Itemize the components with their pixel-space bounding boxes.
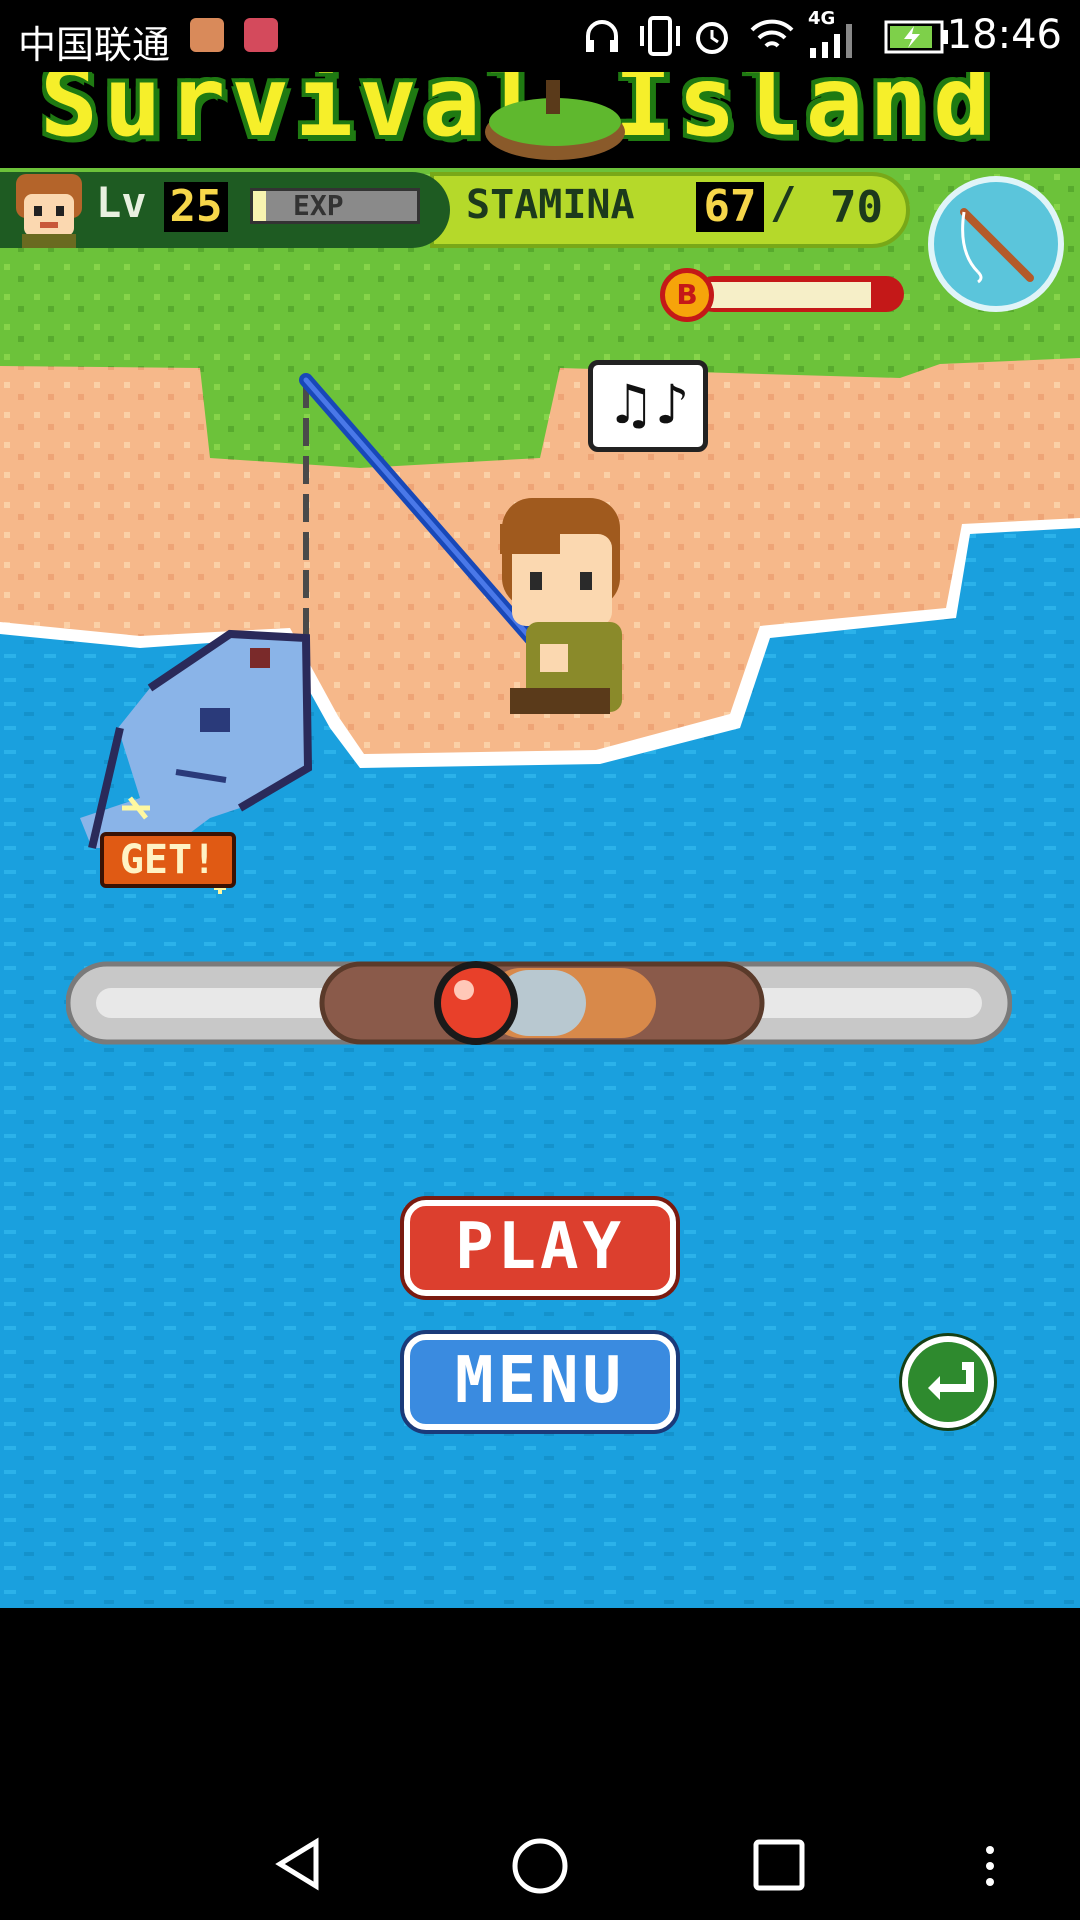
clock: 18:46 bbox=[946, 12, 1062, 58]
fishing-scene bbox=[80, 373, 622, 894]
timing-meter[interactable] bbox=[66, 958, 1012, 1048]
home-nav-icon[interactable] bbox=[510, 1836, 570, 1896]
catch-get-badge: GET! bbox=[100, 832, 236, 888]
alarm-icon bbox=[696, 22, 728, 54]
island-logo-icon bbox=[485, 80, 625, 160]
headphones-icon bbox=[586, 20, 618, 52]
health-app-icon bbox=[244, 18, 278, 52]
game-title-banner: Survival Island bbox=[0, 72, 1080, 168]
battery-charging-icon bbox=[884, 20, 948, 54]
back-nav-icon[interactable] bbox=[270, 1836, 326, 1892]
game-canvas[interactable]: Lv 25 EXP STAMINA 67 / 70 B ♫♪ GET! PLAY… bbox=[0, 168, 1080, 1608]
play-button[interactable]: PLAY bbox=[404, 1200, 676, 1296]
more-options-icon[interactable] bbox=[978, 1844, 1002, 1890]
signal-icon bbox=[810, 24, 852, 58]
system-nav-bar bbox=[0, 1608, 1080, 1920]
vibrate-icon bbox=[640, 16, 680, 56]
player-character bbox=[500, 498, 622, 714]
return-arrow-icon bbox=[928, 1362, 974, 1400]
status-bar: 中国联通 4G 18:46 bbox=[0, 0, 1080, 72]
carrier-name: 中国联通 bbox=[18, 23, 171, 67]
wifi-icon bbox=[750, 19, 794, 48]
return-button[interactable] bbox=[902, 1336, 994, 1428]
recents-nav-icon[interactable] bbox=[752, 1838, 806, 1892]
speech-bubble: ♫♪ bbox=[588, 360, 708, 452]
listen-app-icon bbox=[190, 18, 224, 52]
menu-button[interactable]: MENU bbox=[404, 1334, 676, 1430]
